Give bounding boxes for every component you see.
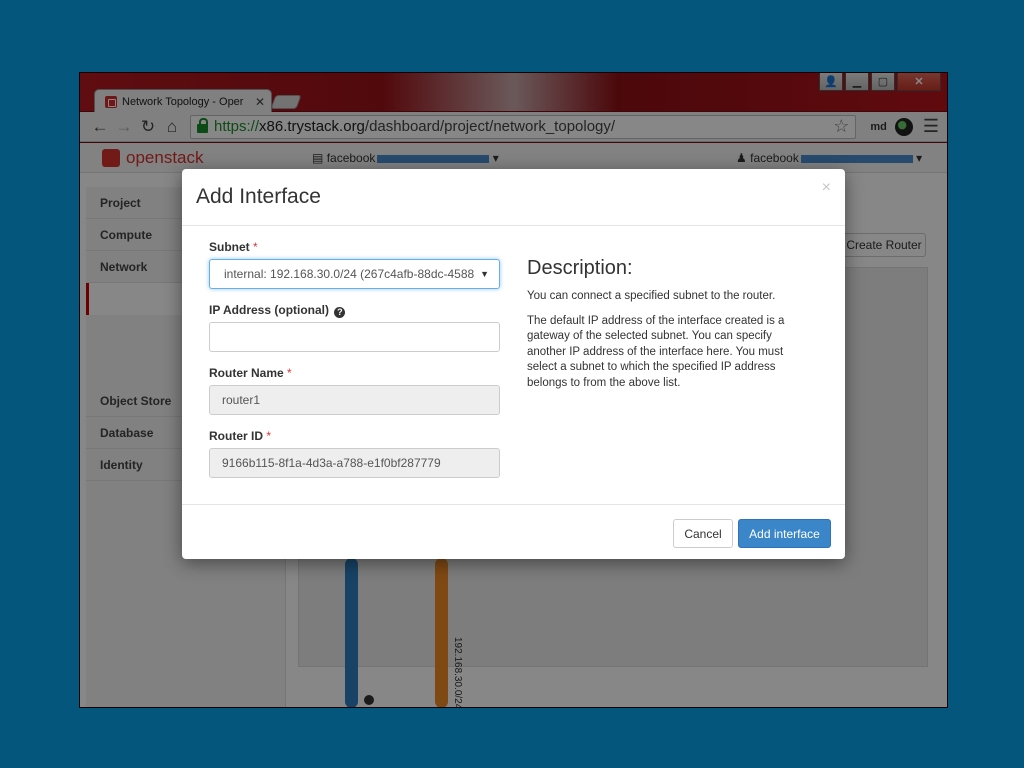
ip-address-label: IP Address (optional) ?	[209, 303, 346, 318]
required-marker: *	[266, 429, 272, 443]
modal-footer: Cancel Add interface	[182, 504, 845, 559]
ip-address-label-text: IP Address (optional)	[209, 303, 330, 317]
subnet-select[interactable]: internal: 192.168.30.0/24 (267c4afb-88dc…	[209, 259, 500, 289]
router-name-field: router1	[209, 385, 500, 415]
description-title: Description:	[527, 257, 633, 279]
add-interface-dialog: Add Interface × Subnet * internal: 192.1…	[182, 169, 845, 559]
router-id-label-text: Router ID	[209, 429, 263, 443]
modal-title: Add Interface	[196, 185, 321, 208]
add-interface-button[interactable]: Add interface	[738, 519, 831, 548]
subnet-label: Subnet *	[209, 240, 258, 254]
cancel-button[interactable]: Cancel	[673, 519, 733, 548]
help-icon[interactable]: ?	[334, 307, 346, 318]
description-panel: Description: You can connect a specified…	[527, 257, 807, 400]
description-text-2: The default IP address of the interface …	[527, 314, 785, 389]
dropdown-caret-icon: ▼	[480, 269, 489, 279]
required-marker: *	[287, 366, 292, 380]
subnet-selected-value: internal: 192.168.30.0/24 (267c4afb-88dc…	[224, 267, 475, 281]
router-id-field: 9166b115-8f1a-4d3a-a788-e1f0bf287779	[209, 448, 500, 478]
subnet-label-text: Subnet	[209, 240, 250, 254]
router-id-label: Router ID *	[209, 429, 271, 443]
modal-header: Add Interface ×	[182, 169, 845, 226]
description-text-1: You can connect a specified subnet to th…	[527, 290, 776, 302]
required-marker: *	[253, 240, 258, 254]
ip-address-input[interactable]	[209, 322, 500, 352]
close-icon[interactable]: ×	[822, 179, 831, 197]
router-name-label-text: Router Name	[209, 366, 284, 380]
router-name-label: Router Name *	[209, 366, 292, 380]
modal-body: Subnet * internal: 192.168.30.0/24 (267c…	[182, 227, 845, 504]
